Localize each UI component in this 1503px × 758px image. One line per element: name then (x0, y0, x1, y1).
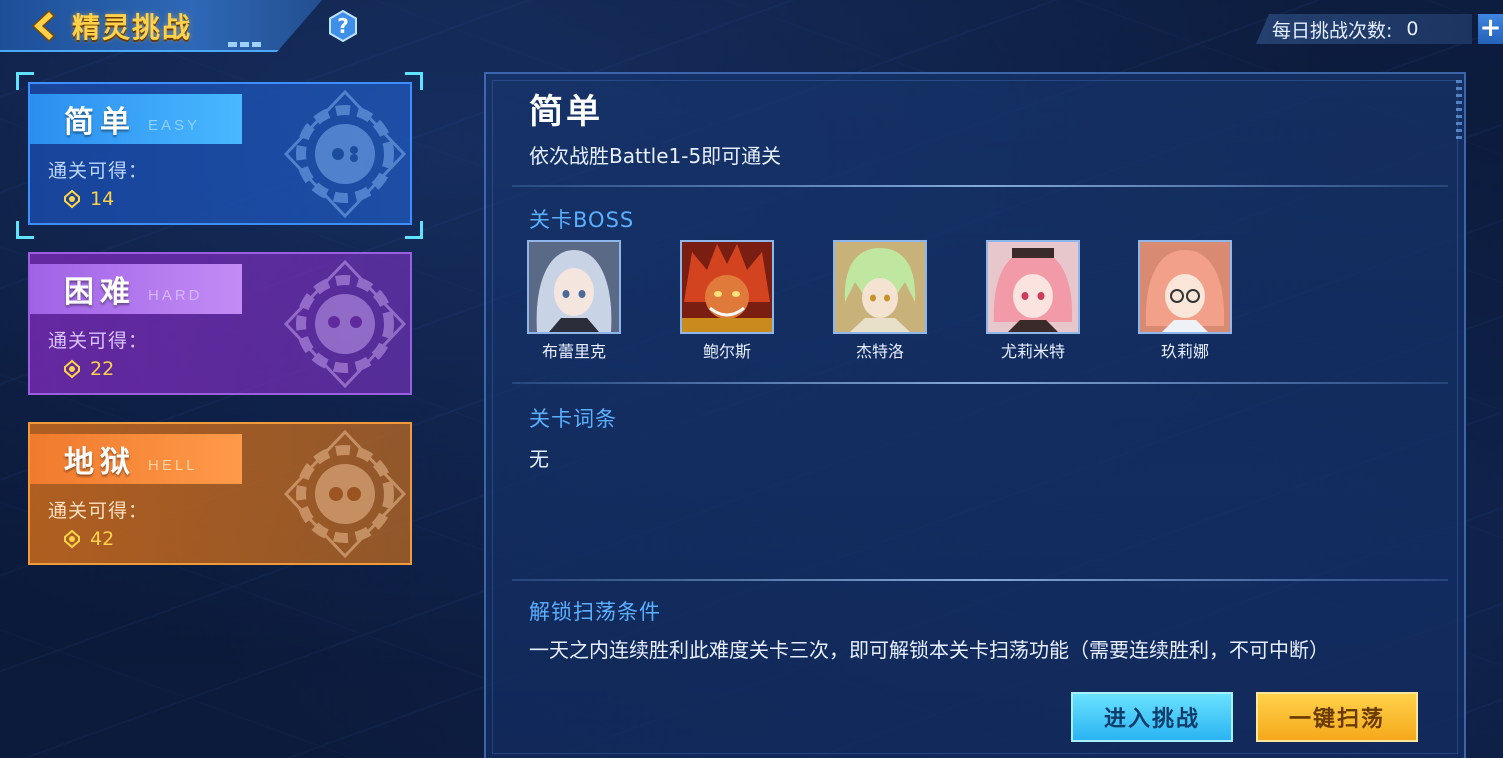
enter-challenge-button[interactable]: 进入挑战 (1071, 692, 1233, 742)
boss-name: 尤莉米特 (1000, 342, 1065, 361)
boss-portrait-icon (835, 242, 925, 332)
difficulty-name: 地狱 (64, 445, 136, 480)
difficulty-card-hard[interactable]: 困难 HARD 通关可得： 22 (28, 252, 412, 395)
page-title: 精灵挑战 (72, 11, 193, 44)
ticket-icon (64, 529, 80, 549)
emblem-icon (283, 259, 407, 389)
difficulty-english: EASY (148, 116, 201, 134)
reward-value: 14 (90, 188, 115, 210)
selection-corner (405, 221, 423, 239)
boss-name: 杰特洛 (855, 342, 904, 361)
selection-corner (16, 221, 34, 239)
boss-portrait (1138, 240, 1232, 334)
sweep-button[interactable]: 一键扫荡 (1256, 692, 1418, 742)
back-button[interactable] (26, 8, 56, 44)
difficulty-name: 困难 (64, 275, 136, 310)
reward: 22 (62, 358, 114, 380)
daily-challenge-counter: 每日挑战次数: 0 (1256, 14, 1472, 44)
boss-item[interactable]: 杰特洛 (832, 240, 928, 362)
boss-name: 玖莉娜 (1160, 342, 1209, 361)
reward: 14 (62, 188, 114, 210)
unlock-text: 一天之内连续胜利此难度关卡三次，即可解锁本关卡扫荡功能（需要连续胜利，不可中断） (529, 638, 1329, 662)
boss-item[interactable]: 鲍尔斯 (679, 240, 775, 362)
unlock-heading: 解锁扫荡条件 (529, 600, 661, 624)
boss-portrait (680, 240, 774, 334)
selection-corner (16, 72, 34, 90)
divider (512, 579, 1448, 581)
selection-corner (405, 72, 423, 90)
difficulty-english: HELL (148, 456, 198, 474)
affix-value: 无 (529, 447, 549, 471)
difficulty-label: 简单 EASY (30, 94, 242, 144)
boss-item[interactable]: 布蕾里克 (526, 240, 622, 362)
boss-portrait-icon (529, 242, 619, 332)
boss-portrait-icon (1140, 242, 1230, 332)
boss-portrait (986, 240, 1080, 334)
affix-heading: 关卡词条 (529, 407, 617, 431)
detail-title: 简单 (529, 92, 603, 132)
boss-item[interactable]: 玖莉娜 (1137, 240, 1233, 362)
panel-decoration (1456, 80, 1462, 140)
boss-heading: 关卡BOSS (529, 208, 635, 232)
boss-portrait (527, 240, 621, 334)
emblem-icon (283, 89, 407, 219)
reward-label: 通关可得： (48, 160, 149, 182)
difficulty-label: 困难 HARD (30, 264, 242, 314)
help-label: ? (337, 14, 349, 38)
ticket-icon (64, 189, 80, 209)
help-button[interactable]: ? (327, 10, 359, 42)
difficulty-name: 简单 (64, 105, 136, 140)
chevron-left-icon (31, 9, 55, 43)
emblem-icon (283, 429, 407, 559)
difficulty-label: 地狱 HELL (30, 434, 242, 484)
difficulty-card-hell[interactable]: 地狱 HELL 通关可得： 42 (28, 422, 412, 565)
header-decoration (228, 42, 264, 47)
reward-label: 通关可得： (48, 330, 149, 352)
boss-portrait-icon (682, 242, 772, 332)
difficulty-card-easy[interactable]: 简单 EASY 通关可得： 14 (28, 82, 412, 225)
divider (512, 382, 1448, 384)
reward-value: 22 (90, 358, 115, 380)
daily-challenge-label: 每日挑战次数: (1272, 19, 1393, 42)
difficulty-english: HARD (148, 286, 203, 304)
boss-name: 布蕾里克 (541, 342, 606, 361)
daily-challenge-count: 0 (1406, 18, 1419, 40)
reward-label: 通关可得： (48, 500, 149, 522)
add-challenge-button[interactable]: + (1478, 14, 1503, 44)
detail-description: 依次战胜Battle1-5即可通关 (529, 144, 782, 168)
boss-item[interactable]: 尤莉米特 (985, 240, 1081, 362)
ticket-icon (64, 359, 80, 379)
boss-name: 鲍尔斯 (702, 342, 751, 361)
divider (512, 185, 1448, 187)
reward: 42 (62, 528, 114, 550)
boss-portrait-icon (988, 242, 1078, 332)
boss-portrait (833, 240, 927, 334)
reward-value: 42 (90, 528, 115, 550)
